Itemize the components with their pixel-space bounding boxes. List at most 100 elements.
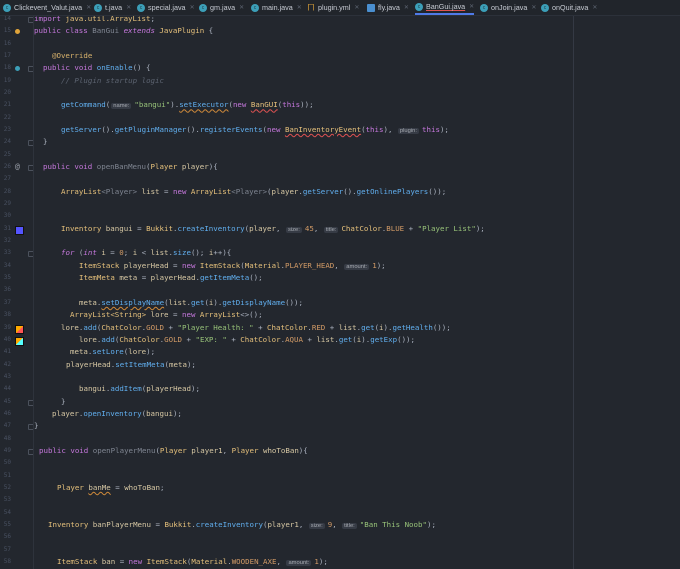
code-line[interactable]: 42 playerHead.setItemMeta(meta); [0, 359, 680, 371]
line-number[interactable]: 33 [0, 247, 11, 259]
line-number[interactable]: 51 [0, 470, 11, 482]
close-icon[interactable]: ✕ [531, 4, 536, 11]
line-number[interactable]: 23 [0, 124, 11, 136]
code-line[interactable]: 40 lore.add(ChatColor.GOLD + "EXP: " + Ch… [0, 334, 680, 346]
line-number[interactable]: 40 [0, 334, 11, 346]
line-number[interactable]: 39 [0, 322, 11, 334]
close-icon[interactable]: ✕ [239, 4, 244, 11]
code-line[interactable]: 52 Player banMe = whoToBan; [0, 482, 680, 494]
line-number[interactable]: 47 [0, 420, 11, 432]
code-line[interactable]: 26 @ public void openBanMenu(Player player… [0, 161, 680, 173]
tab-plugin-yml[interactable]: ⨅ plugin.yml ✕ [307, 0, 360, 15]
close-icon[interactable]: ✕ [592, 4, 597, 11]
code-line[interactable]: 45} [0, 396, 680, 408]
line-number[interactable]: 18 [0, 62, 11, 74]
color-swatch-icon[interactable] [15, 324, 24, 334]
tab-onquit-java[interactable]: c onQuit.java ✕ [541, 0, 597, 15]
tab-main-java[interactable]: c main.java ✕ [251, 0, 302, 15]
code-line[interactable]: 20 [0, 87, 680, 99]
line-number[interactable]: 16 [0, 38, 11, 50]
line-number[interactable]: 53 [0, 494, 11, 506]
line-number[interactable]: 55 [0, 519, 11, 531]
line-number[interactable]: 41 [0, 346, 11, 358]
code-line[interactable]: 49 public void openPlayerMenu(Player play… [0, 445, 680, 457]
code-line[interactable]: 39 lore.add(ChatColor.GOLD + "Player Heal… [0, 322, 680, 334]
line-number[interactable]: 34 [0, 260, 11, 272]
tab-t-java[interactable]: c t.java ✕ [94, 0, 131, 15]
line-number[interactable]: 26 [0, 161, 11, 173]
color-swatch-icon[interactable] [15, 336, 24, 346]
line-number[interactable]: 49 [0, 445, 11, 457]
code-line[interactable]: 37 meta.setDisplayName(list.get(i).getDis… [0, 297, 680, 309]
color-swatch-icon[interactable] [15, 225, 24, 235]
code-line[interactable]: 31 Inventory bangui = Bukkit.createInvent… [0, 223, 680, 235]
code-line[interactable]: 33 for (int i = 0; i < list.size(); i++){ [0, 247, 680, 259]
code-line[interactable]: 47} [0, 420, 680, 432]
close-icon[interactable]: ✕ [354, 4, 359, 11]
line-number[interactable]: 22 [0, 112, 11, 124]
line-number[interactable]: 36 [0, 284, 11, 296]
close-icon[interactable]: ✕ [404, 4, 409, 11]
line-number[interactable]: 15 [0, 25, 11, 37]
line-number[interactable]: 25 [0, 149, 11, 161]
code-line[interactable]: 22 [0, 112, 680, 124]
code-line[interactable]: 28 ArrayList<Player> list = new ArrayList… [0, 186, 680, 198]
code-line[interactable]: 32 [0, 235, 680, 247]
line-number[interactable]: 30 [0, 210, 11, 222]
line-number[interactable]: 52 [0, 482, 11, 494]
line-number[interactable]: 45 [0, 396, 11, 408]
line-number[interactable]: 50 [0, 457, 11, 469]
code-line[interactable]: 50 [0, 457, 680, 469]
code-line[interactable]: 21 getCommand(name: "bangui").setExecutor(… [0, 99, 680, 111]
code-line[interactable]: 27 [0, 173, 680, 185]
line-number[interactable]: 56 [0, 531, 11, 543]
tab-onjoin-java[interactable]: c onJoin.java ✕ [480, 0, 536, 15]
code-line[interactable]: 15 public class BanGui extends JavaPlugin… [0, 25, 680, 37]
line-number[interactable]: 43 [0, 371, 11, 383]
line-number[interactable]: 32 [0, 235, 11, 247]
line-number[interactable]: 54 [0, 507, 11, 519]
code-line[interactable]: 36 [0, 284, 680, 296]
tab-fly-java[interactable]: fly.java ✕ [367, 0, 409, 15]
tab-clickevent-valut-java[interactable]: c Clickevent_Valut.java ✕ [3, 0, 91, 15]
tab-bangui-java[interactable]: c BanGui.java ✕ [415, 0, 475, 15]
line-number[interactable]: 20 [0, 87, 11, 99]
code-line[interactable]: 19 // Plugin startup logic [0, 75, 680, 87]
code-line[interactable]: 35 ItemMeta meta = playerHead.getItemMeta… [0, 272, 680, 284]
line-number[interactable]: 46 [0, 408, 11, 420]
close-icon[interactable]: ✕ [469, 3, 474, 10]
close-icon[interactable]: ✕ [190, 4, 195, 11]
run-plugin-icon[interactable] [15, 29, 20, 35]
code-line[interactable]: 38 ArrayList<String> lore = new ArrayList… [0, 309, 680, 321]
line-number[interactable]: 17 [0, 50, 11, 62]
code-line[interactable]: 43 [0, 371, 680, 383]
close-icon[interactable]: ✕ [126, 4, 131, 11]
close-icon[interactable]: ✕ [297, 4, 302, 11]
code-line[interactable]: 16 [0, 38, 680, 50]
code-line[interactable]: 54 [0, 507, 680, 519]
line-number[interactable]: 44 [0, 383, 11, 395]
code-line[interactable]: 51 [0, 470, 680, 482]
code-line[interactable]: 30 [0, 210, 680, 222]
annotation-at-icon[interactable]: @ [15, 161, 22, 171]
code-line[interactable]: 34 ItemStack playerHead = new ItemStack(M… [0, 260, 680, 272]
line-number[interactable]: 37 [0, 297, 11, 309]
code-line[interactable]: 18 public void onEnable() { [0, 62, 680, 74]
line-number[interactable]: 57 [0, 544, 11, 556]
code-line[interactable]: 25 [0, 149, 680, 161]
line-number[interactable]: 35 [0, 272, 11, 284]
code-line[interactable]: 24} [0, 136, 680, 148]
code-line[interactable]: 23 getServer().getPluginManager().registe… [0, 124, 680, 136]
code-line[interactable]: 55 Inventory banPlayerMenu = Bukkit.creat… [0, 519, 680, 531]
tab-special-java[interactable]: c special.java ✕ [137, 0, 195, 15]
line-number[interactable]: 31 [0, 223, 11, 235]
line-number[interactable]: 48 [0, 433, 11, 445]
code-line[interactable]: 44 bangui.addItem(playerHead); [0, 383, 680, 395]
code-line[interactable]: 17 @Override [0, 50, 680, 62]
code-line[interactable]: 56 [0, 531, 680, 543]
tab-gm-java[interactable]: c gm.java ✕ [199, 0, 244, 15]
line-number[interactable]: 19 [0, 75, 11, 87]
close-icon[interactable]: ✕ [86, 4, 91, 11]
line-number[interactable]: 42 [0, 359, 11, 371]
line-number[interactable]: 38 [0, 309, 11, 321]
